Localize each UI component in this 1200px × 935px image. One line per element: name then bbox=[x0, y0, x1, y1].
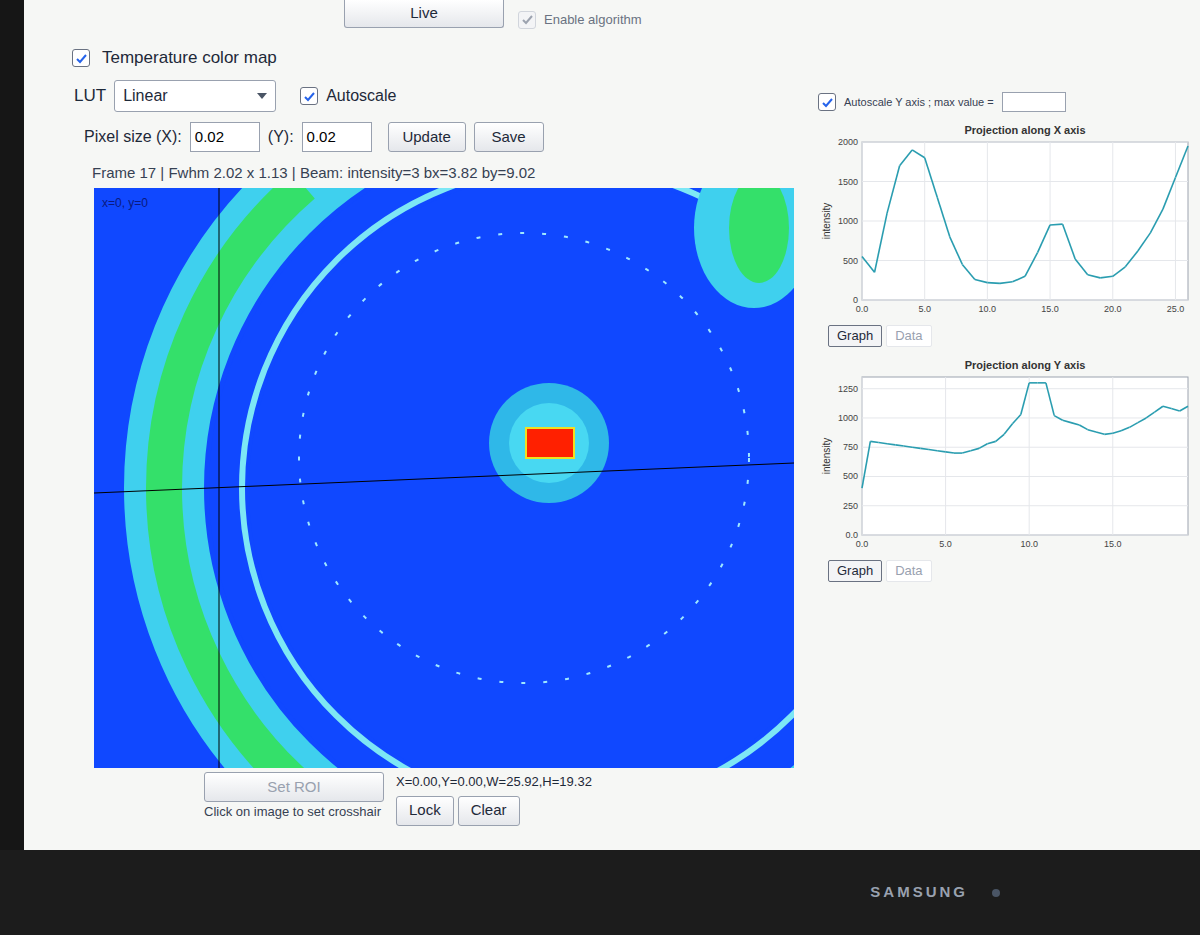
svg-text:15.0: 15.0 bbox=[1104, 539, 1122, 549]
svg-text:1250: 1250 bbox=[838, 384, 858, 394]
save-button[interactable]: Save bbox=[474, 122, 544, 152]
photo-frame: Live Enable algorithm Temperature color ma… bbox=[0, 0, 1200, 935]
enable-algorithm[interactable]: Enable algorithm bbox=[518, 10, 642, 30]
svg-text:5.0: 5.0 bbox=[939, 539, 952, 549]
svg-text:250: 250 bbox=[843, 501, 858, 511]
y-autoscale-checkbox[interactable] bbox=[818, 93, 836, 111]
svg-text:5.0: 5.0 bbox=[918, 304, 931, 314]
right-panel: Autoscale Y axis ; max value = Projection… bbox=[814, 0, 1200, 850]
top-row: Live Enable algorithm bbox=[24, 0, 814, 40]
svg-text:500: 500 bbox=[843, 256, 858, 266]
chart-tab[interactable]: Data bbox=[886, 325, 931, 347]
monitor-bezel-left bbox=[0, 0, 24, 850]
chart-tabs: GraphData bbox=[828, 325, 1200, 347]
svg-text:1500: 1500 bbox=[838, 177, 858, 187]
check-icon bbox=[521, 13, 534, 26]
beam-image[interactable]: x=0, y=0 bbox=[94, 188, 794, 768]
svg-text:intensity: intensity bbox=[821, 438, 832, 475]
check-icon bbox=[821, 96, 834, 109]
pixel-x-input[interactable]: 0.02 bbox=[190, 122, 260, 152]
svg-text:1000: 1000 bbox=[838, 413, 858, 423]
svg-text:0.0: 0.0 bbox=[856, 539, 869, 549]
svg-text:20.0: 20.0 bbox=[1104, 304, 1122, 314]
chart-block: Projection along X axisintensity05001000… bbox=[818, 120, 1200, 347]
check-icon bbox=[303, 90, 316, 103]
projection-chart: Projection along X axisintensity05001000… bbox=[818, 120, 1198, 325]
beam-profile bbox=[94, 188, 794, 768]
lut-row: LUTLinearAutoscale bbox=[24, 76, 814, 116]
chart-tab[interactable]: Graph bbox=[828, 560, 882, 582]
svg-text:Projection along X axis: Projection along X axis bbox=[964, 124, 1085, 136]
svg-text:intensity: intensity bbox=[821, 203, 832, 240]
pixel-y-input[interactable]: 0.02 bbox=[302, 122, 372, 152]
svg-text:2000: 2000 bbox=[838, 137, 858, 147]
roi-readout: X=0.00,Y=0.00,W=25.92,H=19.32 bbox=[396, 772, 592, 792]
lut-select[interactable]: Linear bbox=[114, 80, 276, 112]
max-value-input[interactable] bbox=[1002, 92, 1066, 112]
projection-chart: Projection along Y axis intensity 0.0 250 50… bbox=[818, 355, 1198, 560]
cursor-label: x=0, y=0 bbox=[102, 194, 148, 212]
set-roi-button[interactable]: Set ROI bbox=[204, 772, 384, 802]
monitor-bezel-bottom: SAMSUNG bbox=[0, 850, 1200, 935]
enable-algorithm-checkbox[interactable] bbox=[518, 11, 536, 29]
autoscale[interactable]: Autoscale bbox=[300, 84, 396, 108]
svg-text:Projection along Y axis: Projection along Y axis bbox=[965, 359, 1086, 371]
monitor-top: Live Enable algorithm Temperature color ma… bbox=[0, 0, 1200, 850]
autoscale-checkbox[interactable] bbox=[300, 87, 318, 105]
roi-button[interactable]: Clear bbox=[458, 796, 520, 826]
screen: Live Enable algorithm Temperature color ma… bbox=[24, 0, 1200, 850]
svg-text:10.0: 10.0 bbox=[979, 304, 997, 314]
dropdown-icon bbox=[257, 93, 267, 99]
left-panel: Live Enable algorithm Temperature color ma… bbox=[24, 0, 814, 850]
temperature-checkbox[interactable] bbox=[72, 49, 90, 67]
chart-tabs: GraphData bbox=[828, 560, 1200, 582]
svg-text:500: 500 bbox=[843, 471, 858, 481]
svg-text:10.0: 10.0 bbox=[1020, 539, 1038, 549]
brand-logo: SAMSUNG bbox=[870, 881, 968, 904]
svg-text:15.0: 15.0 bbox=[1041, 304, 1059, 314]
chart-tab[interactable]: Graph bbox=[828, 325, 882, 347]
roi-button[interactable]: Lock bbox=[396, 796, 454, 826]
svg-text:750: 750 bbox=[843, 442, 858, 452]
svg-text:25.0: 25.0 bbox=[1167, 304, 1185, 314]
hint: Click on image to set crosshair bbox=[204, 802, 384, 822]
live-button[interactable]: Live bbox=[344, 0, 504, 28]
svg-text:0.0: 0.0 bbox=[856, 304, 869, 314]
update-button[interactable]: Update bbox=[388, 122, 466, 152]
chart-tab[interactable]: Data bbox=[886, 560, 931, 582]
power-icon[interactable] bbox=[992, 889, 1000, 897]
svg-text:1000: 1000 bbox=[838, 216, 858, 226]
roi-row: Set ROIClick on image to set crosshair X=… bbox=[24, 768, 814, 826]
check-icon bbox=[75, 52, 88, 65]
chart-block: Projection along Y axis intensity 0.0 250 50… bbox=[818, 355, 1200, 582]
y-autoscale: Autoscale Y axis ; max value = bbox=[818, 92, 1200, 112]
status-line: Frame 17 | Fwhm 2.02 x 1.13 | Beam: inte… bbox=[24, 158, 814, 188]
pixel-row: Pixel size (X):0.02(Y):0.02UpdateSave bbox=[24, 116, 814, 158]
temperature-row: Temperature color map bbox=[24, 40, 814, 76]
